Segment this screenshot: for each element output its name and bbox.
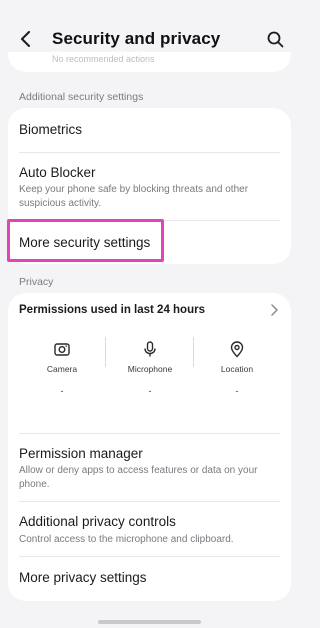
list-item-biometrics[interactable]: Biometrics [8, 108, 291, 152]
biometrics-label: Biometrics [19, 122, 83, 137]
camera-label: Camera [46, 364, 78, 374]
section-label-additional-security: Additional security settings [19, 91, 144, 103]
list-item-auto-blocker[interactable]: Auto Blocker Keep your phone safe by blo… [8, 153, 291, 220]
additional-privacy-controls-description: Control access to the microphone and cli… [19, 534, 234, 545]
search-button[interactable] [263, 27, 287, 51]
list-item-more-privacy-settings[interactable]: More privacy settings [8, 557, 291, 601]
section-label-privacy: Privacy [19, 276, 54, 288]
permissions-used-panel[interactable]: Permissions used in last 24 hours Camera… [8, 293, 291, 425]
home-indicator[interactable] [98, 620, 201, 624]
microphone-usage-value: - [148, 386, 152, 396]
auto-blocker-description: Keep your phone safe by blocking threats… [19, 184, 249, 209]
camera-usage-value: - [60, 386, 64, 396]
permission-camera[interactable]: Camera - [17, 337, 107, 409]
camera-icon [54, 343, 70, 356]
list-item-permission-manager[interactable]: Permission manager Allow or deny apps to… [8, 434, 291, 501]
permission-manager-description: Allow or deny apps to access features or… [19, 465, 258, 490]
microphone-icon [144, 341, 156, 357]
chevron-left-icon [21, 31, 30, 47]
location-icon [230, 341, 244, 358]
chevron-right-icon [271, 304, 278, 316]
back-button[interactable] [14, 27, 38, 51]
permission-microphone[interactable]: Microphone - [105, 337, 195, 409]
additional-privacy-controls-label: Additional privacy controls [19, 514, 176, 529]
highlight-box [7, 219, 164, 262]
location-label: Location [220, 364, 254, 374]
permissions-used-title: Permissions used in last 24 hours [19, 304, 205, 316]
permission-location[interactable]: Location - [192, 337, 282, 409]
auto-blocker-label: Auto Blocker [19, 165, 96, 180]
permission-manager-label: Permission manager [19, 446, 143, 461]
privacy-card: Permissions used in last 24 hours Camera… [8, 293, 291, 601]
search-icon [267, 31, 283, 47]
app-header: Security and privacy [0, 0, 299, 78]
more-privacy-settings-label: More privacy settings [19, 570, 147, 585]
page-title: Security and privacy [52, 29, 221, 48]
permission-usage-columns: Camera - Microphone - Location - [8, 337, 291, 409]
microphone-label: Microphone [127, 364, 173, 374]
screen: No recommended actions Security and priv… [0, 0, 299, 628]
list-item-additional-privacy-controls[interactable]: Additional privacy controls Control acce… [8, 502, 291, 557]
location-usage-value: - [235, 386, 239, 396]
